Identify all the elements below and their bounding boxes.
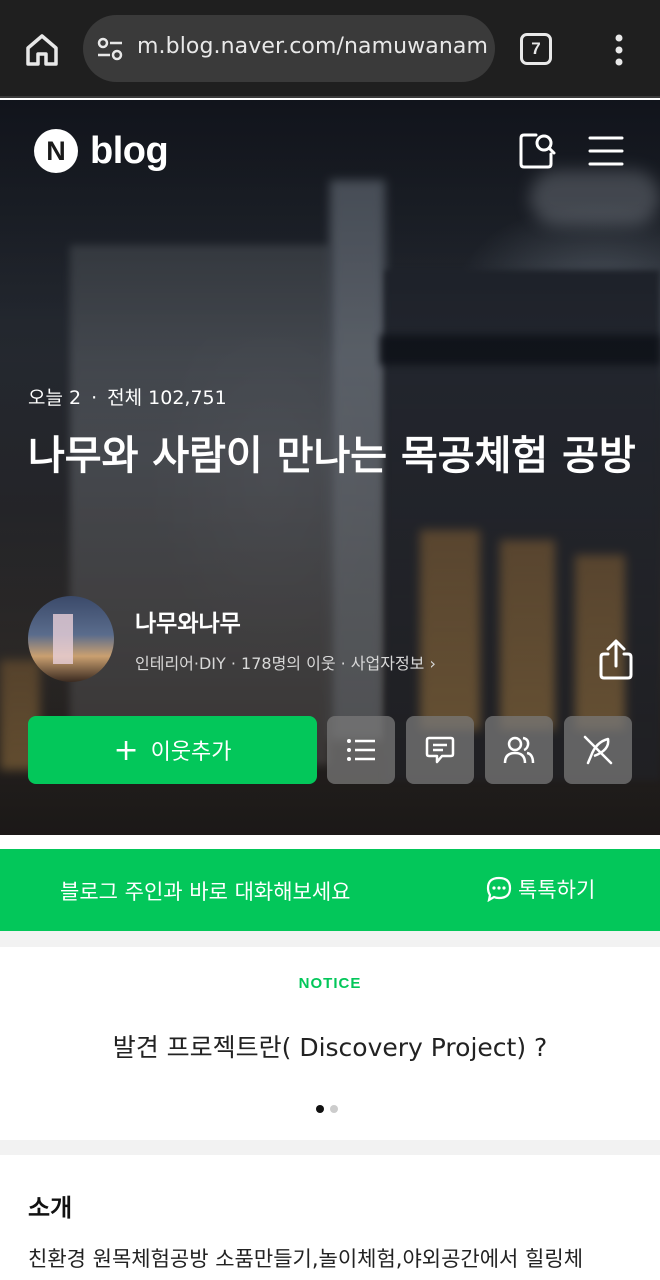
site-settings-icon[interactable] — [95, 34, 125, 64]
write-icon — [583, 735, 613, 765]
naver-blog-logo[interactable]: N blog — [34, 128, 169, 174]
url-text[interactable]: m.blog.naver.com/namuwanam — [137, 34, 488, 59]
logo-text: blog — [90, 129, 169, 172]
neighbors-button[interactable] — [485, 716, 553, 784]
tab-switcher-icon[interactable]: 7 — [520, 33, 552, 65]
notice-section: NOTICE 발견 프로젝트란( Discovery Project) ? — [0, 947, 660, 1140]
share-icon[interactable] — [596, 638, 636, 680]
blog-meta[interactable]: 인테리어·DIY · 178명의 이웃 · 사업자정보 › — [135, 650, 436, 674]
guestbook-button[interactable] — [406, 716, 474, 784]
talktalk-banner[interactable]: 블로그 주인과 바로 대화해보세요 톡톡하기 — [0, 849, 660, 931]
blog-title: 나무와 사람이 만나는 목공체험 공방 — [28, 433, 636, 479]
post-list-button[interactable] — [327, 716, 395, 784]
intro-heading: 소개 — [28, 1194, 73, 1222]
avatar[interactable] — [28, 596, 114, 682]
naver-n-logo: N — [34, 129, 78, 173]
neighbors-icon — [503, 736, 535, 764]
plus-icon: + — [113, 732, 139, 768]
intro-text: 친환경 원목체험공방 소품만들기,놀이체험,야외공간에서 힐링체 — [28, 1247, 584, 1271]
talktalk-button[interactable]: 톡톡하기 — [486, 874, 595, 904]
menu-icon[interactable] — [585, 130, 627, 172]
visitor-stats: 오늘 2 · 전체 102,751 — [28, 383, 227, 410]
carousel-dot[interactable] — [330, 1105, 338, 1113]
chat-bubble-icon — [486, 876, 512, 902]
write-button[interactable] — [564, 716, 632, 784]
notice-label: NOTICE — [298, 975, 362, 992]
browser-toolbar: m.blog.naver.com/namuwanam 7 — [0, 0, 660, 98]
search-icon[interactable] — [516, 130, 558, 172]
notice-title[interactable]: 발견 프로젝트란( Discovery Project) ? — [0, 1028, 660, 1064]
address-bar[interactable]: m.blog.naver.com/namuwanam — [83, 15, 495, 82]
list-icon — [347, 739, 375, 761]
carousel-dot-active[interactable] — [316, 1105, 324, 1113]
home-icon[interactable] — [22, 30, 62, 70]
total-count: 전체 102,751 — [107, 387, 227, 409]
carousel-dots — [316, 1105, 338, 1113]
stats-separator: · — [91, 387, 98, 409]
today-count: 오늘 2 — [28, 387, 82, 409]
more-vert-icon[interactable] — [604, 30, 634, 70]
talktalk-label: 톡톡하기 — [518, 878, 596, 902]
talktalk-message: 블로그 주인과 바로 대화해보세요 — [60, 880, 351, 904]
add-neighbor-button[interactable]: + 이웃추가 — [28, 716, 317, 784]
comment-icon — [425, 736, 455, 764]
blogger-nickname[interactable]: 나무와나무 — [135, 604, 241, 638]
intro-section: 소개 친환경 원목체험공방 소품만들기,놀이체험,야외공간에서 힐링체 — [0, 1155, 660, 1280]
add-neighbor-label: 이웃추가 — [150, 740, 232, 765]
